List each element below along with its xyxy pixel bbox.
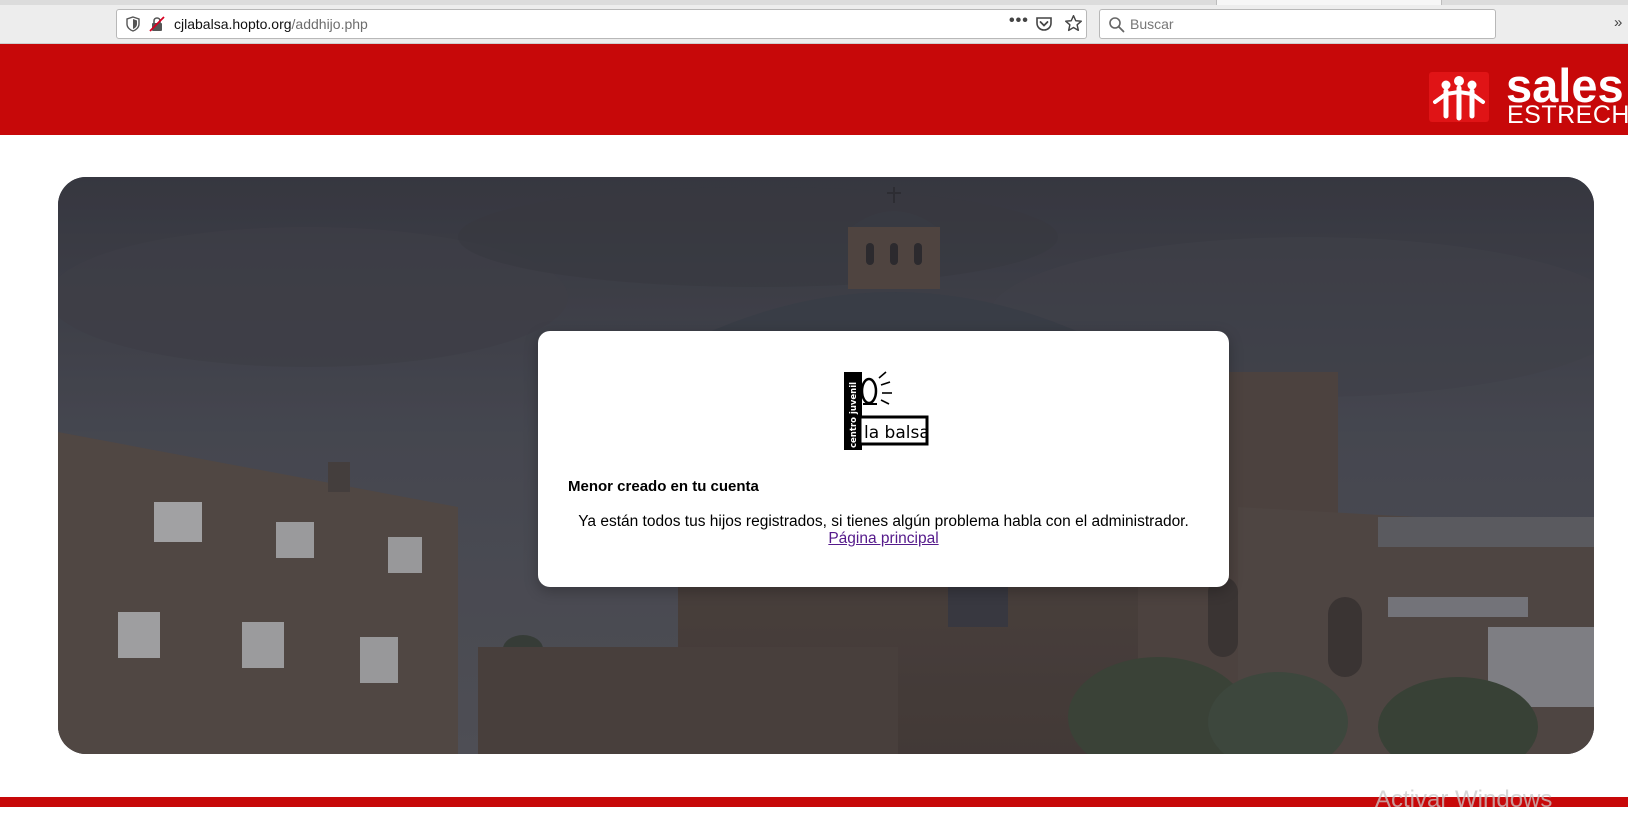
url-path: /addhijo.php [291,16,368,32]
salesianos-emblem-icon[interactable] [1429,72,1489,122]
message-card: centro juvenil la balsa Menor creado en … [538,331,1229,587]
address-bar[interactable]: cjlabalsa.hopto.org/addhijo.php ••• [116,9,1087,39]
url-text[interactable]: cjlabalsa.hopto.org/addhijo.php [174,16,368,33]
search-input[interactable] [1130,14,1480,34]
windows-activation-watermark: Activar Windows [1375,786,1553,813]
la-balsa-logo: centro juvenil la balsa [844,371,930,450]
card-message: Ya están todos tus hijos registrados, si… [578,513,1189,530]
card-link-wrapper: Página principal [538,530,1229,548]
site-header: sales ESTRECHO [0,44,1628,135]
logo-vertical-text: centro juvenil [849,382,859,448]
bookmark-star-icon[interactable] [1064,14,1083,33]
more-icon[interactable]: ••• [1009,12,1029,30]
logo-main-text: la balsa [864,423,930,443]
tab-strip [0,0,1628,5]
card-title: Menor creado en tu cuenta [568,478,759,495]
search-icon [1109,17,1125,33]
hero-banner: centro juvenil la balsa Menor creado en … [58,177,1594,754]
home-page-link[interactable]: Página principal [828,530,938,547]
active-tab[interactable] [1216,0,1442,5]
insecure-lock-icon[interactable] [149,16,165,32]
search-bar[interactable] [1099,9,1496,39]
overflow-chevron-icon[interactable]: » [1614,14,1622,31]
shield-icon[interactable] [125,16,141,32]
browser-toolbar: cjlabalsa.hopto.org/addhijo.php ••• » [0,0,1628,44]
pocket-icon[interactable] [1035,15,1053,33]
brand-subtitle: ESTRECHO [1507,101,1628,129]
url-host: cjlabalsa.hopto.org [174,16,292,32]
